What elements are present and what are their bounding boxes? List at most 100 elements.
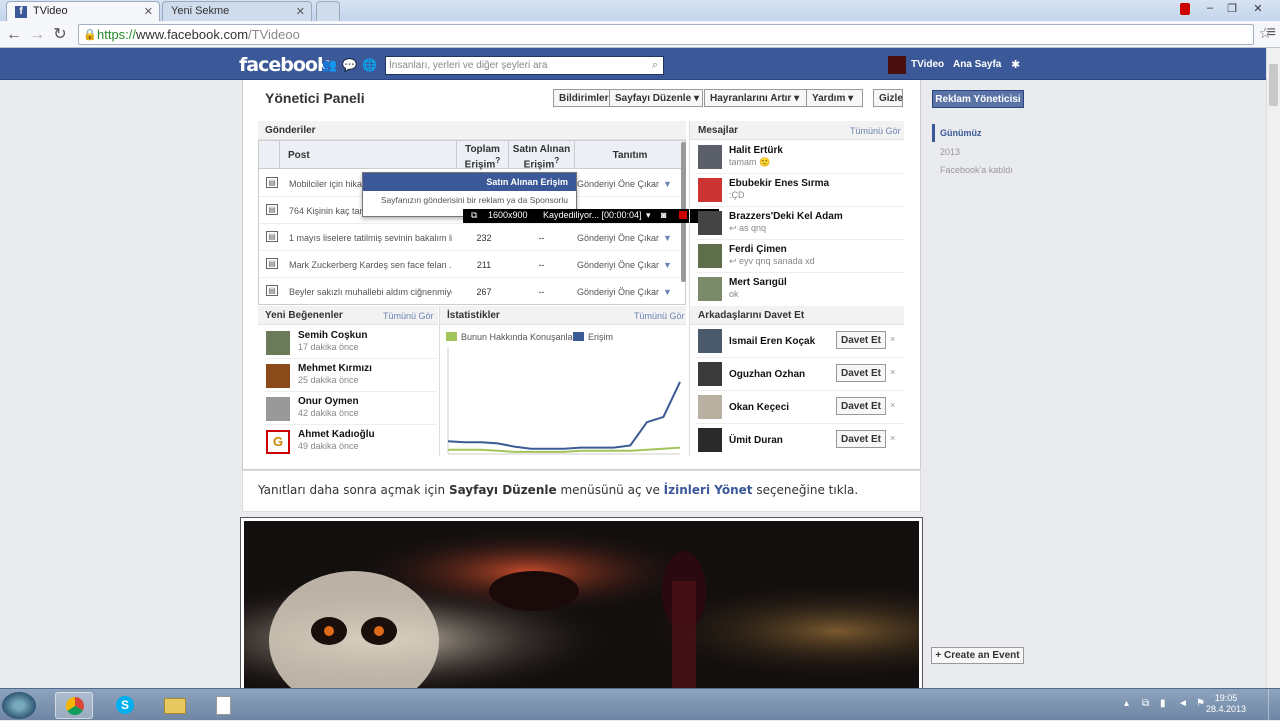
liker-name[interactable]: Onur Oymen	[298, 396, 359, 407]
chrome-taskbar-icon[interactable]	[55, 692, 93, 719]
close-window-icon[interactable]: ✕	[1248, 2, 1268, 16]
messages-see-all-link[interactable]: Tümünü Gör	[850, 126, 901, 136]
promote-dropdown[interactable]: Gönderiyi Öne Çıkar ▼	[577, 260, 677, 270]
promote-dropdown[interactable]: Gönderiyi Öne Çıkar ▼	[577, 233, 677, 243]
post-text[interactable]: 1 mayıs liselere tatilmiş sevinin bakalı…	[289, 233, 452, 243]
window-icon[interactable]: ⧉	[471, 210, 477, 221]
notifications-button[interactable]: Bildirimler	[553, 89, 610, 107]
notepad-taskbar-icon[interactable]	[205, 692, 243, 719]
address-bar[interactable]: 🔒 https://www.facebook.com/TVideoo	[78, 24, 1254, 45]
tab-title: TVideo	[33, 5, 68, 17]
timeline-joined[interactable]: Facebook'a katıldı	[940, 165, 1013, 175]
invite-button[interactable]: Davet Et	[836, 397, 886, 415]
post-icon: ▤	[266, 231, 278, 242]
forward-icon[interactable]: →	[27, 25, 47, 45]
volume-icon[interactable]: ◄	[1178, 698, 1188, 709]
message-item[interactable]: Halit Ertürk tamam 🙂	[696, 141, 904, 174]
hide-button[interactable]: Gizle	[873, 89, 903, 107]
post-text[interactable]: Mark Zuckerberg Kardeş sen face felan ..…	[289, 260, 452, 270]
message-item[interactable]: Mert Sarıgül ok	[696, 273, 904, 306]
promote-dropdown[interactable]: Gönderiyi Öne Çıkar ▼	[577, 179, 677, 189]
create-event-button[interactable]: + Create an Event	[931, 647, 1024, 664]
skype-taskbar-icon[interactable]: S	[106, 692, 144, 719]
tray-expand-icon[interactable]: ▴	[1124, 698, 1129, 709]
help-icon[interactable]: ?	[554, 155, 559, 165]
search-icon[interactable]: ⌕	[652, 59, 658, 72]
stats-see-all-link[interactable]: Tümünü Gör	[634, 311, 685, 321]
dismiss-icon[interactable]: ×	[890, 367, 895, 377]
page-scrollbar[interactable]	[1266, 48, 1280, 688]
dismiss-icon[interactable]: ×	[890, 334, 895, 344]
table-row[interactable]: ▤ Mark Zuckerberg Kardeş sen face felan …	[259, 251, 685, 278]
liker-name[interactable]: Semih Coşkun	[298, 330, 367, 341]
list-item[interactable]: Onur Oymen 42 dakika önce	[265, 392, 437, 425]
timeline-now[interactable]: Günümüz	[940, 128, 982, 138]
table-row[interactable]: ▤ Beyler sakızlı muhallebi aldım ciğnenm…	[259, 278, 685, 305]
list-item[interactable]: Mehmet Kırmızı 25 dakika önce	[265, 359, 437, 392]
promote-dropdown[interactable]: Gönderiyi Öne Çıkar ▼	[577, 287, 677, 297]
close-tab-icon[interactable]: ✕	[296, 5, 305, 18]
tab-new[interactable]: Yeni Sekme ✕	[162, 1, 312, 21]
friend-name[interactable]: Okan Keçeci	[729, 402, 789, 413]
taskbar-clock[interactable]: 19:05 28.4.2013	[1206, 693, 1246, 715]
gear-icon[interactable]: ✱	[1011, 58, 1020, 71]
profile-avatar[interactable]	[888, 56, 906, 74]
pause-icon[interactable]	[679, 211, 687, 219]
tab-tvideo[interactable]: f TVideo ✕	[6, 1, 160, 21]
signal-icon[interactable]: ▮	[1160, 698, 1166, 709]
post-text[interactable]: Beyler sakızlı muhallebi aldım ciğnenmiy…	[289, 287, 452, 297]
new-tab-button[interactable]	[316, 1, 340, 21]
timeline-nav: Günümüz 2013 Facebook'a katıldı	[932, 124, 1032, 178]
profile-link[interactable]: TVideo	[911, 59, 944, 70]
friend-name[interactable]: Ismail Eren Koçak	[729, 336, 815, 347]
video-image[interactable]	[240, 517, 923, 711]
build-audience-button[interactable]: Hayranlarını Artır ▾	[704, 89, 807, 107]
friend-name[interactable]: Oguzhan Ozhan	[729, 369, 805, 380]
extension-icon[interactable]	[1180, 3, 1190, 15]
ads-manager-button[interactable]: Reklam Yöneticisi	[932, 90, 1024, 108]
messages-icon[interactable]: 💬	[342, 58, 357, 72]
friend-name[interactable]: Ümit Duran	[729, 435, 783, 446]
invite-button[interactable]: Davet Et	[836, 430, 886, 448]
show-desktop-button[interactable]	[1268, 689, 1280, 721]
minimize-icon[interactable]: ‒	[1200, 2, 1220, 16]
list-item[interactable]: G Ahmet Kadıoğlu 49 dakika önce	[265, 425, 437, 458]
instruction-edit-page: Sayfayı Düzenle	[448, 483, 557, 497]
liker-name[interactable]: Mehmet Kırmızı	[298, 363, 372, 374]
invite-item: Okan Keçeci Davet Et ×	[696, 391, 904, 424]
start-button[interactable]	[2, 692, 36, 719]
chevron-down-icon[interactable]: ▾	[646, 210, 651, 221]
list-item[interactable]: Semih Coşkun 17 dakika önce	[265, 326, 437, 359]
home-link[interactable]: Ana Sayfa	[953, 59, 1001, 70]
help-icon[interactable]: ?	[495, 155, 500, 165]
reload-icon[interactable]: ↻	[50, 25, 70, 45]
message-item[interactable]: Ebubekir Enes Sırma :ÇD	[696, 174, 904, 207]
scrollbar-thumb[interactable]	[1269, 64, 1278, 106]
notifications-icon[interactable]: 🌐	[362, 58, 377, 72]
close-tab-icon[interactable]: ✕	[144, 5, 153, 18]
camera-icon[interactable]: ◙	[661, 210, 666, 220]
explorer-taskbar-icon[interactable]	[156, 692, 194, 719]
action-center-icon[interactable]: ⚑	[1196, 698, 1205, 709]
invite-button[interactable]: Davet Et	[836, 331, 886, 349]
total-reach-value: 232	[476, 233, 492, 243]
facebook-topbar: facebook 👥 💬 🌐 İnsanları, yerleri ve diğ…	[0, 48, 1266, 80]
friend-requests-icon[interactable]: 👥	[322, 58, 337, 72]
likes-see-all-link[interactable]: Tümünü Gör	[383, 311, 434, 321]
edit-page-button[interactable]: Sayfayı Düzenle ▾	[609, 89, 703, 107]
message-item[interactable]: Brazzers'Deki Kel Adam ↩ as qnq	[696, 207, 904, 240]
network-icon[interactable]: ⧉	[1142, 698, 1149, 709]
liker-name[interactable]: Ahmet Kadıoğlu	[298, 429, 375, 440]
maximize-icon[interactable]: ❐	[1222, 2, 1242, 16]
chrome-menu-icon[interactable]: ≡	[1267, 24, 1276, 42]
timeline-2013[interactable]: 2013	[940, 147, 960, 157]
message-item[interactable]: Ferdi Çimen ↩ eyv qnq sanada xd	[696, 240, 904, 273]
help-button[interactable]: Yardım ▾	[806, 89, 863, 107]
dismiss-icon[interactable]: ×	[890, 400, 895, 410]
invite-button[interactable]: Davet Et	[836, 364, 886, 382]
back-icon[interactable]: ←	[4, 25, 24, 45]
search-input[interactable]: İnsanları, yerleri ve diğer şeyleri ara …	[385, 56, 664, 75]
facebook-logo[interactable]: facebook	[239, 54, 330, 76]
table-row[interactable]: ▤ 1 mayıs liselere tatilmiş sevinin baka…	[259, 224, 685, 251]
dismiss-icon[interactable]: ×	[890, 433, 895, 443]
